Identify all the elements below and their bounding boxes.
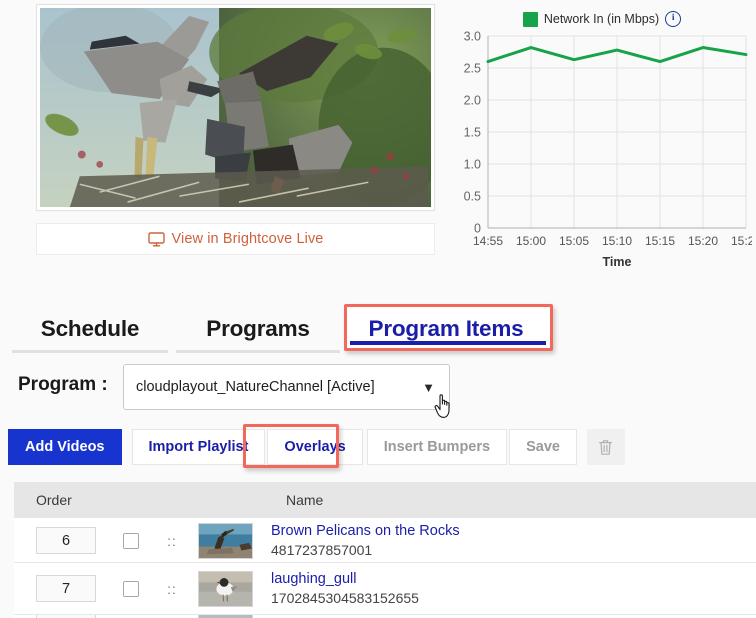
- import-playlist-label: Import Playlist: [149, 439, 249, 455]
- video-id: 1702845304583152655: [271, 590, 419, 606]
- table-row[interactable]: 6 ::: [14, 518, 756, 563]
- order-value: 7: [62, 581, 70, 597]
- row-checkbox[interactable]: [123, 581, 139, 597]
- svg-text:Time: Time: [603, 255, 632, 269]
- program-items-table: Order Name 6 ::: [14, 482, 756, 618]
- video-id: 4817237857001: [271, 542, 460, 558]
- svg-text:15:20: 15:20: [688, 234, 718, 248]
- drag-handle-icon[interactable]: ::: [165, 584, 179, 594]
- tab-programs[interactable]: Programs: [176, 308, 340, 350]
- save-button: Save: [509, 429, 577, 465]
- overlays-button[interactable]: Overlays: [267, 429, 362, 465]
- chart-plot-area: 00.51.01.52.02.53.014:5515:0015:0515:101…: [452, 28, 752, 276]
- tab-programs-label: Programs: [206, 316, 309, 342]
- video-title-link[interactable]: Brown Pelicans on the Rocks: [271, 523, 460, 539]
- column-header-name: Name: [286, 492, 686, 508]
- tab-rule-schedule: [12, 350, 168, 353]
- import-playlist-button[interactable]: Import Playlist: [132, 429, 266, 465]
- pelican-thumbnail-image: [199, 524, 252, 558]
- svg-text:2.5: 2.5: [464, 62, 481, 76]
- cloud-playout-page: View in Brightcove Live Network In (in M…: [0, 0, 756, 618]
- row-checkbox[interactable]: [123, 533, 139, 549]
- legend-swatch-network-in: [523, 12, 538, 27]
- view-in-brightcove-live-label: View in Brightcove Live: [172, 231, 324, 247]
- video-title-link[interactable]: laughing_gull: [271, 571, 419, 587]
- chart-svg: 00.51.01.52.02.53.014:5515:0015:0515:101…: [452, 28, 752, 276]
- insert-bumpers-button: Insert Bumpers: [367, 429, 507, 465]
- svg-text:15:10: 15:10: [602, 234, 632, 248]
- svg-text:0.5: 0.5: [464, 190, 481, 204]
- svg-text:2.0: 2.0: [464, 94, 481, 108]
- monitor-icon: [148, 232, 165, 247]
- video-thumbnail[interactable]: [198, 571, 253, 607]
- program-items-toolbar: Add Videos Import Playlist Overlays Inse…: [0, 428, 756, 466]
- add-videos-label: Add Videos: [25, 439, 105, 455]
- column-header-order: Order: [36, 492, 286, 508]
- video-preview-frame[interactable]: [40, 8, 431, 207]
- program-selector-row: Program : cloudplayout_NatureChannel [Ac…: [0, 362, 756, 414]
- delete-button: [587, 429, 625, 465]
- overlays-label: Overlays: [284, 439, 345, 455]
- drag-handle-icon[interactable]: ::: [165, 536, 179, 546]
- legend-label-network-in: Network In (in Mbps): [544, 12, 659, 26]
- tab-schedule-label: Schedule: [41, 316, 139, 342]
- tab-schedule[interactable]: Schedule: [12, 308, 168, 350]
- program-label: Program :: [18, 374, 108, 396]
- tab-program-items-label: Program Items: [369, 316, 524, 342]
- svg-text:1.5: 1.5: [464, 126, 481, 140]
- tab-rule-programs: [176, 350, 340, 353]
- svg-text:15:25: 15:25: [731, 234, 752, 248]
- program-select-value: cloudplayout_NatureChannel [Active]: [136, 379, 422, 395]
- chevron-down-icon: ▼: [422, 380, 435, 395]
- chart-legend: Network In (in Mbps) i: [452, 8, 752, 30]
- table-row[interactable]: 7 :: laughing_gull 1702845: [14, 563, 756, 615]
- save-label: Save: [526, 439, 560, 455]
- trash-icon: [598, 439, 613, 456]
- preview-and-metrics-row: View in Brightcove Live Network In (in M…: [0, 0, 756, 285]
- svg-text:3.0: 3.0: [464, 30, 481, 44]
- svg-text:15:15: 15:15: [645, 234, 675, 248]
- table-header-row: Order Name: [14, 482, 756, 518]
- video-preview-card: [36, 4, 435, 211]
- gull-thumbnail-image: [199, 572, 252, 606]
- svg-text:14:55: 14:55: [473, 234, 503, 248]
- network-in-chart: Network In (in Mbps) i 00.51.01.52.02.53…: [452, 4, 752, 276]
- program-select[interactable]: cloudplayout_NatureChannel [Active] ▼: [123, 364, 450, 410]
- svg-text:1.0: 1.0: [464, 158, 481, 172]
- name-cell: laughing_gull 1702845304583152655: [271, 571, 419, 606]
- heron-nest-image: [40, 8, 431, 207]
- insert-bumpers-label: Insert Bumpers: [384, 439, 490, 455]
- svg-text:15:05: 15:05: [559, 234, 589, 248]
- info-icon[interactable]: i: [665, 11, 681, 27]
- order-input[interactable]: 7: [36, 575, 96, 602]
- add-videos-button[interactable]: Add Videos: [8, 429, 122, 465]
- svg-text:15:00: 15:00: [516, 234, 546, 248]
- view-in-brightcove-live-link[interactable]: View in Brightcove Live: [36, 223, 435, 255]
- order-value: 6: [62, 533, 70, 549]
- order-input[interactable]: 6: [36, 527, 96, 554]
- video-thumbnail[interactable]: [198, 523, 253, 559]
- name-cell: Brown Pelicans on the Rocks 481723785700…: [271, 523, 460, 558]
- tab-active-underline: [350, 341, 546, 345]
